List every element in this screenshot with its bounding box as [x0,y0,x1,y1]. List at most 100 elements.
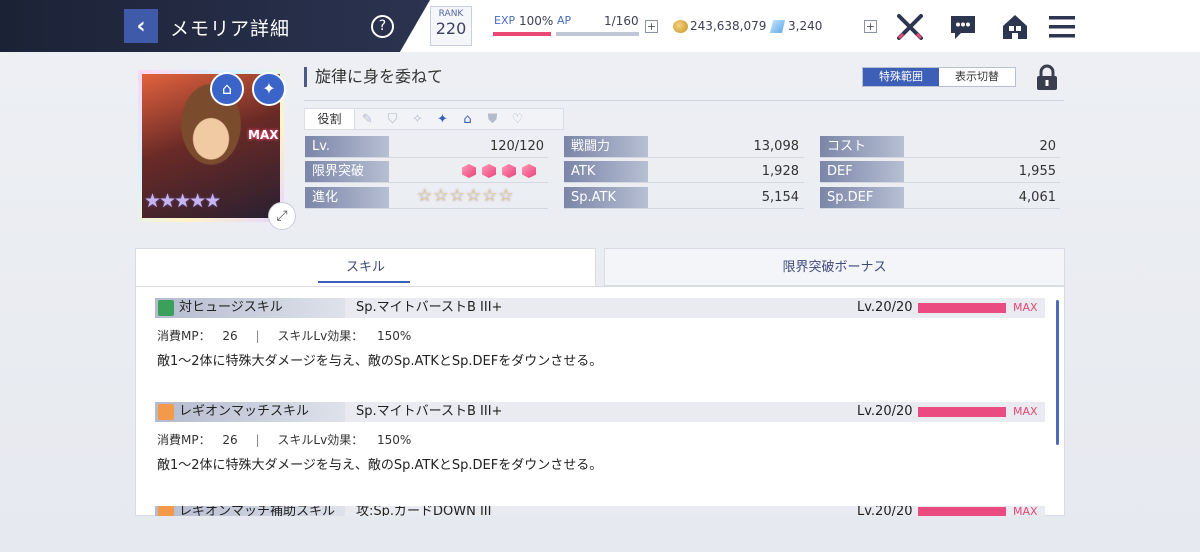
stat-divider [564,182,804,183]
ap-bar [556,32,639,36]
skill-header: 対ヒュージスキル Sp.マイトバーストB III+ Lv.20/20 MAX [155,298,1045,318]
menu-icon[interactable] [1047,12,1077,42]
cost-value: 20 [1039,139,1056,154]
evolution-stars: ☆☆☆☆☆☆ [417,186,515,206]
back-button[interactable]: ‹ [124,9,158,43]
stat-divider [564,157,804,158]
range-toggle[interactable]: 特殊範囲 表示切替 [862,67,1016,87]
role-special-mini-icon: ✦ [437,111,448,127]
rank-value: 220 [435,19,467,38]
gem-icon [770,20,785,33]
skill-meta: 消費MP： 26 | スキルLv効果： 150% [157,327,411,344]
ap-value: 1/160 [604,14,639,28]
meta-separator: | [255,329,260,343]
skill-name: Sp.マイトバーストB III+ [356,300,503,315]
effect-value: 150% [377,329,412,343]
gem-plus-button[interactable]: + [864,20,877,33]
skill-clip: レギオンマッチ補助スキル 攻:Sp.ガードDOWN III Lv.20/20 M… [135,506,1065,516]
skill-level: Lv.20/20 [857,506,913,516]
role-buff-icon: ✧ [412,111,423,127]
limit-break-gem-icon [482,164,496,178]
evolution-label: 進化 [305,187,389,208]
role-support-mini-icon: ⌂ [463,111,472,127]
role-label: 役割 [305,109,355,129]
tab-limit-break-bonus[interactable]: 限界突破ボーナス [604,248,1065,286]
stat-divider [564,208,804,209]
skill-name: Sp.マイトバーストB III+ [356,404,503,419]
effect-label: スキルLv効果： [277,329,364,343]
rank-box: RANK 220 [430,6,472,46]
power-label: 戦闘力 [564,136,648,157]
display-switch-toggle[interactable]: 表示切替 [939,68,1015,86]
tab-active-indicator [318,281,410,283]
gem-value: 3,240 [788,19,823,33]
legion-support-skill-icon [158,506,174,516]
tab-bonus-label: 限界突破ボーナス [782,260,887,275]
title-divider [304,100,1064,101]
special-range-toggle[interactable]: 特殊範囲 [863,68,939,86]
top-bar: ‹ メモリア詳細 ? RANK 220 EXP 100% AP 1/160 + … [0,0,1200,52]
def-label: DEF [820,161,904,182]
atk-value: 1,928 [761,164,799,179]
home-icon[interactable] [1000,12,1030,42]
limit-break-gems [462,164,536,178]
skill-level-bar [918,407,1006,417]
lv-value: 120/120 [489,139,544,154]
mp-value: 26 [222,329,238,343]
limit-break-gem-icon [502,164,516,178]
skill-type: レギオンマッチスキル [155,402,345,422]
skill-description: 敵1〜2体に特殊大ダメージを与え、敵のSp.ATKとSp.DEFをダウンさせる。 [157,354,603,369]
card-rarity-stars: ★★★★★ [144,190,221,212]
chat-icon[interactable] [948,12,978,42]
spatk-value: 5,154 [761,190,799,205]
mp-label: 消費MP： [157,329,211,343]
lock-icon[interactable] [1033,64,1061,92]
exp-value: 100% [519,14,554,28]
role-attack-icon: ✎ [362,111,373,127]
stat-divider [820,157,1060,158]
role-heal-icon: ♡ [511,111,524,127]
stat-divider [305,208,548,209]
exp-bar [493,32,551,36]
swords-icon[interactable] [895,12,925,42]
expand-icon[interactable]: ⤢ [268,202,296,230]
role-support-icon: ⌂ [210,72,244,106]
limit-break-label: 限界突破 [305,161,389,182]
coin-icon [673,20,688,33]
def-value: 1,955 [1018,164,1056,179]
role-guard-icon: ⛉ [387,111,398,127]
ap-plus-button[interactable]: + [645,20,658,33]
power-value: 13,098 [753,139,800,154]
skill-level: Lv.20/20 [857,404,913,419]
meta-separator: | [255,433,260,447]
skill-meta: 消費MP： 26 | スキルLv効果： 150% [157,431,411,448]
role-special-icon: ✦ [252,72,286,106]
skill-name: 攻:Sp.ガードDOWN III [356,506,492,516]
atk-label: ATK [564,161,648,182]
mp-value: 26 [222,433,238,447]
stat-divider [820,182,1060,183]
help-icon[interactable]: ? [371,15,394,38]
mp-label: 消費MP： [157,433,211,447]
lv-label: Lv. [305,136,389,157]
skill-header: レギオンマッチスキル Sp.マイトバーストB III+ Lv.20/20 MAX [155,402,1045,422]
role-debuff-icon: ⛊ [487,111,498,127]
stat-divider [305,157,548,158]
rank-label: RANK [438,9,464,19]
limit-break-gem-icon [522,164,536,178]
page-title: メモリア詳細 [170,18,291,40]
exp-label: EXP [494,14,516,27]
effect-label: スキルLv効果： [277,433,364,447]
skill-type: レギオンマッチ補助スキル [155,506,345,516]
skill-level-bar [918,303,1006,313]
skill-description: 敵1〜2体に特殊大ダメージを与え、敵のSp.ATKとSp.DEFをダウンさせる。 [157,458,603,473]
huge-skill-icon [158,300,174,316]
role-row: 役割 ✎ ⛉ ✧ ✦ ⌂ ⛊ ♡ [304,108,564,130]
skill-level: Lv.20/20 [857,300,913,315]
spdef-label: Sp.DEF [820,187,904,208]
scrollbar[interactable] [1056,300,1059,445]
skill-header: レギオンマッチ補助スキル 攻:Sp.ガードDOWN III Lv.20/20 M… [155,506,1045,516]
skill-type: 対ヒュージスキル [155,298,345,318]
stat-divider [820,208,1060,209]
skill-level-bar [918,507,1006,516]
